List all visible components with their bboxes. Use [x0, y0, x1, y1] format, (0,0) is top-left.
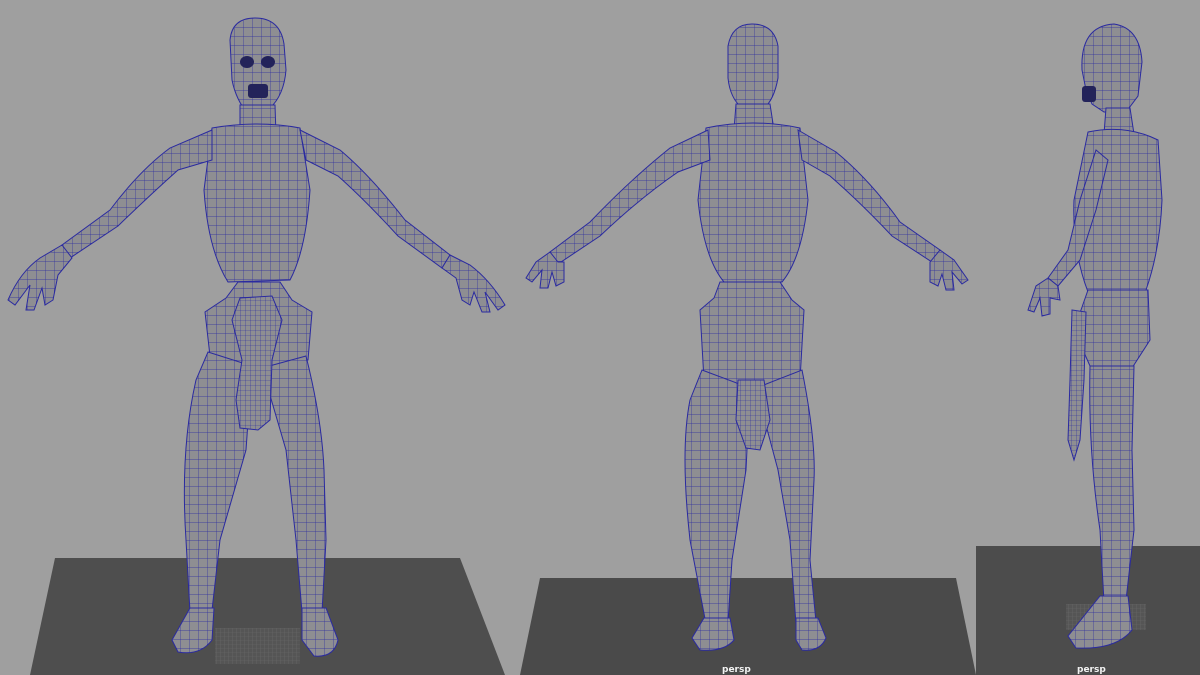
arm-left-mesh	[61, 129, 213, 259]
floor-grid	[215, 628, 300, 664]
face-detail	[1082, 86, 1096, 102]
hand-right-mesh	[929, 249, 969, 291]
viewport-side[interactable]: persp	[976, 0, 1200, 675]
torso-mesh	[203, 123, 311, 283]
arm-right-mesh	[797, 129, 941, 263]
hand-right-mesh	[441, 254, 506, 313]
head-mesh	[727, 23, 779, 109]
back-view-scene: persp	[520, 23, 976, 675]
ground-plane	[520, 578, 976, 675]
head-mesh	[229, 17, 287, 116]
maya-viewport-composite: persp persp	[0, 0, 1200, 675]
zombie-model-back	[525, 23, 969, 651]
arm-right-mesh	[299, 129, 451, 269]
eye-socket-right	[261, 56, 275, 68]
jaw-teeth	[1082, 86, 1096, 102]
hand-mesh	[1027, 277, 1061, 317]
jaw-teeth	[248, 84, 268, 98]
side-view-scene: persp	[976, 23, 1200, 675]
torso-mesh	[697, 122, 809, 283]
camera-label-back: persp	[722, 665, 751, 675]
eye-socket-left	[240, 56, 254, 68]
viewport-back[interactable]: persp	[520, 0, 976, 675]
front-view-scene	[7, 17, 506, 675]
hand-left-mesh	[7, 244, 73, 311]
camera-label-side: persp	[1077, 665, 1106, 675]
viewport-front[interactable]	[0, 0, 520, 675]
intestines-mesh	[1067, 309, 1087, 462]
arm-left-mesh	[549, 129, 711, 265]
